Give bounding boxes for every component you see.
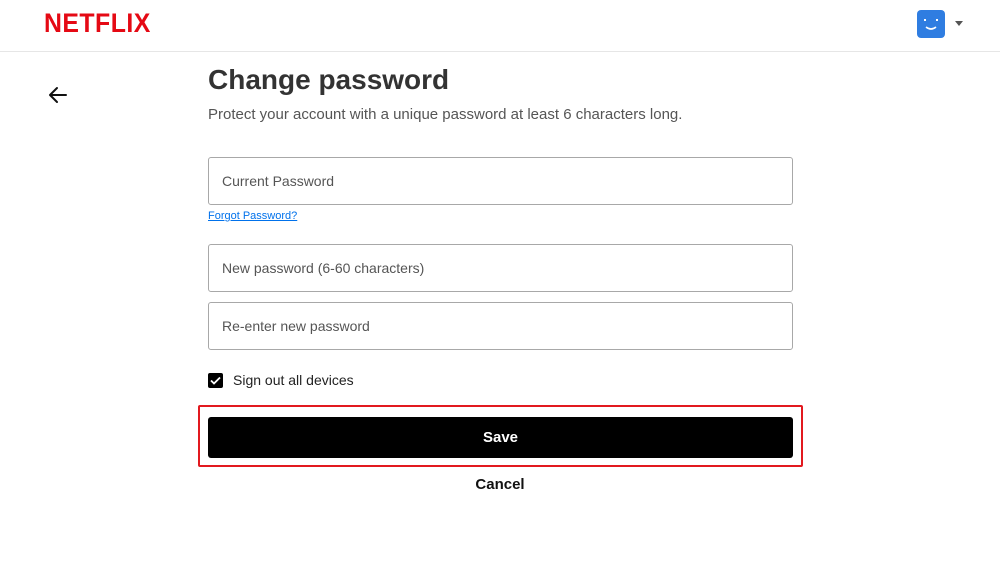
smiley-face-icon[interactable] <box>917 10 945 38</box>
page-subtitle: Protect your account with a unique passw… <box>208 106 683 123</box>
forgot-password-link[interactable]: Forgot Password? <box>208 210 297 222</box>
cancel-button[interactable]: Cancel <box>440 476 560 496</box>
page-title: Change password <box>208 64 450 95</box>
checkmark-icon <box>210 376 221 385</box>
caret-down-icon[interactable] <box>955 21 963 26</box>
signout-checkbox[interactable] <box>208 372 223 388</box>
netflix-logo[interactable]: NETFLIX <box>44 8 151 39</box>
save-button[interactable]: Save <box>208 417 793 458</box>
new-password-input[interactable] <box>208 244 793 292</box>
arrow-left-icon[interactable] <box>46 84 70 106</box>
top-header: NETFLIX <box>0 0 1000 52</box>
current-password-input[interactable] <box>208 157 793 205</box>
signout-label: Sign out all devices <box>233 372 354 388</box>
reenter-password-input[interactable] <box>208 302 793 350</box>
profile-menu[interactable] <box>917 10 963 38</box>
signout-all-devices-option[interactable]: Sign out all devices <box>208 371 354 389</box>
